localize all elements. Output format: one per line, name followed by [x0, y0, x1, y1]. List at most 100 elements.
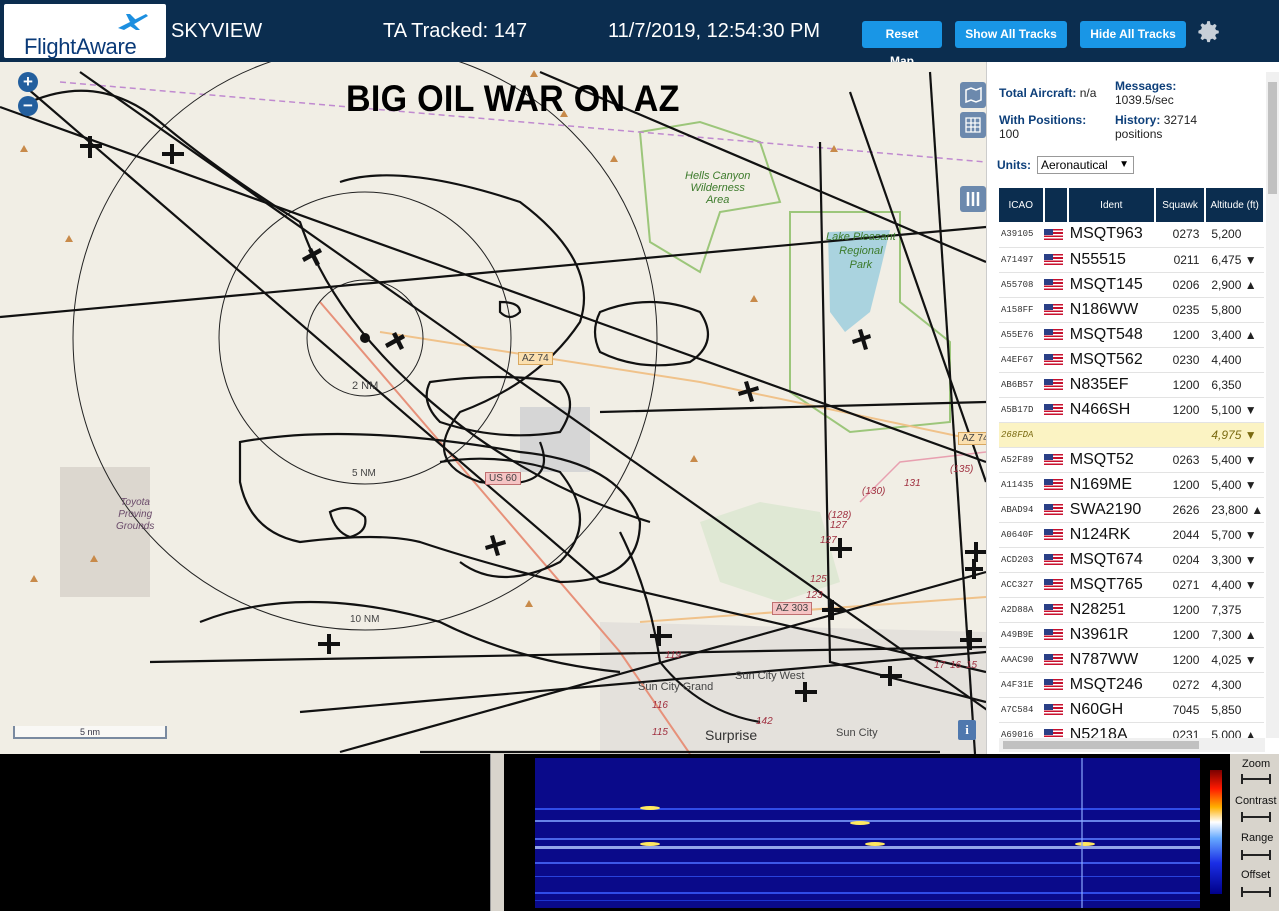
aircraft-marker[interactable] [162, 144, 184, 164]
table-row[interactable]: ACD203 MSQT674 0204 3,300 ▼ [999, 547, 1264, 573]
cell-ident: MSQT674 [1067, 547, 1155, 573]
aircraft-marker[interactable] [738, 381, 759, 402]
us-flag-icon [1043, 554, 1063, 566]
col-ident[interactable]: Ident [1067, 188, 1156, 222]
table-row[interactable]: 268FDA 4,975 ▼ [999, 422, 1264, 448]
cell-icao: A39105 [999, 222, 1044, 248]
table-row[interactable]: A52F89 MSQT52 0263 5,400 ▼ [999, 447, 1264, 473]
us-flag-icon [1043, 504, 1063, 516]
table-row[interactable]: A55708 MSQT145 0206 2,900 ▲ [999, 272, 1264, 298]
cell-flag [1043, 497, 1068, 523]
airfield-area [520, 407, 590, 472]
show-all-tracks-button[interactable]: Show All Tracks [955, 21, 1067, 48]
table-row[interactable]: A55E76 MSQT548 1200 3,400 ▲ [999, 322, 1264, 348]
cell-flag [1043, 447, 1068, 473]
us-flag-icon [1043, 279, 1063, 291]
table-row[interactable]: A49B9E N3961R 1200 7,300 ▲ [999, 622, 1264, 648]
offset-slider[interactable] [1241, 887, 1271, 897]
cell-icao: A52F89 [999, 447, 1044, 473]
cell-ident: MSQT52 [1067, 447, 1155, 473]
cell-icao: A4F31E [999, 672, 1044, 698]
cell-altitude: 7,375 [1205, 597, 1264, 623]
aircraft-marker[interactable] [302, 248, 322, 266]
reset-map-button[interactable]: Reset Map [862, 21, 942, 68]
table-row[interactable]: AB6B57 N835EF 1200 6,350 [999, 372, 1264, 398]
cell-squawk: 0271 [1154, 572, 1206, 598]
zoom-in-button[interactable]: + [18, 72, 38, 92]
map-layers-button[interactable] [960, 82, 986, 108]
table-row[interactable]: A39105 MSQT963 0273 5,200 [999, 222, 1264, 248]
map-grid-button[interactable] [960, 112, 986, 138]
col-squawk[interactable]: Squawk [1154, 188, 1207, 222]
map-view[interactable]: + − BIG OIL WAR ON AZ Hells Canyon Wilde… [0, 62, 986, 754]
label-surprise: Surprise [705, 727, 758, 743]
units-select[interactable]: Aeronautical ▼ [1037, 156, 1134, 174]
table-row[interactable]: A4F31E MSQT246 0272 4,300 [999, 672, 1264, 698]
gear-icon[interactable] [1196, 19, 1222, 45]
aircraft-marker[interactable] [852, 329, 871, 350]
positions-stat: With Positions: 100 [999, 113, 1086, 141]
us-flag-icon [1043, 679, 1063, 691]
table-row[interactable]: A7C584 N60GH 7045 5,850 [999, 697, 1264, 723]
table-row[interactable]: A5B17D N466SH 1200 5,100 ▼ [999, 397, 1264, 423]
cell-icao: A4EF67 [999, 347, 1044, 373]
cell-flag [1043, 597, 1068, 623]
col-flag[interactable] [1043, 188, 1069, 222]
table-row[interactable]: A11435 N169ME 1200 5,400 ▼ [999, 472, 1264, 498]
table-row[interactable]: A4EF67 MSQT562 0230 4,400 [999, 347, 1264, 373]
table-row[interactable]: A2D88A N28251 1200 7,375 [999, 597, 1264, 623]
info-button[interactable]: i [958, 720, 976, 740]
table-row[interactable]: A158FF N186WW 0235 5,800 [999, 297, 1264, 323]
horizontal-scrollbar[interactable] [999, 738, 1265, 752]
units-label-text: Units: [997, 158, 1031, 172]
zoom-slider[interactable] [1241, 774, 1271, 784]
waterfall-hotspot [850, 821, 870, 825]
cell-ident: N169ME [1067, 472, 1155, 498]
aircraft-marker[interactable] [318, 634, 340, 654]
waterfall-hotspot [640, 806, 660, 810]
flightaware-logo[interactable]: FlightAware [4, 4, 166, 59]
label-r115: 115 [652, 727, 668, 738]
label-r116: 116 [652, 700, 668, 711]
zoom-out-button[interactable]: − [18, 96, 38, 116]
aircraft-marker[interactable] [385, 332, 405, 350]
label-r16: 16 [950, 660, 962, 671]
col-icao[interactable]: ICAO [999, 188, 1045, 222]
units-value: Aeronautical [1041, 158, 1108, 172]
zoom-control-label: Zoom [1242, 758, 1271, 770]
contrast-slider[interactable] [1241, 812, 1271, 822]
scrollbar-thumb[interactable] [1268, 82, 1277, 194]
table-row[interactable]: ABAD94 SWA2190 2626 23,800 ▲ [999, 497, 1264, 523]
range-slider[interactable] [1241, 850, 1271, 860]
label-ring-10nm: 10 NM [350, 614, 380, 625]
cell-icao: A158FF [999, 297, 1044, 323]
cell-icao: A49B9E [999, 622, 1044, 648]
pane-divider[interactable] [490, 754, 504, 911]
map-canvas[interactable] [0, 62, 986, 754]
scrollbar-thumb-horizontal[interactable] [1003, 741, 1199, 749]
table-row[interactable]: ACC327 MSQT765 0271 4,400 ▼ [999, 572, 1264, 598]
columns-toggle-button[interactable] [960, 186, 986, 212]
units-label: Units: [997, 158, 1031, 172]
cell-altitude: 5,800 [1205, 297, 1264, 323]
cell-altitude: 4,975 ▼ [1205, 422, 1264, 448]
us-flag-icon [1043, 704, 1063, 716]
cell-ident: SWA2190 [1067, 497, 1155, 523]
park-area [700, 502, 840, 602]
cell-icao: ACD203 [999, 547, 1044, 573]
positions-value: 100 [999, 127, 1020, 141]
map-title: BIG OIL WAR ON AZ [346, 78, 680, 119]
table-row[interactable]: A0640F N124RK 2044 5,700 ▼ [999, 522, 1264, 548]
cell-ident: MSQT963 [1067, 222, 1155, 248]
table-row[interactable]: A71497 N55515 0211 6,475 ▼ [999, 247, 1264, 273]
table-row[interactable]: AAAC90 N787WW 1200 4,025 ▼ [999, 647, 1264, 673]
hide-all-tracks-button[interactable]: Hide All Tracks [1080, 21, 1186, 48]
vertical-scrollbar[interactable] [1266, 72, 1279, 738]
total-aircraft-label: Total Aircraft: [999, 86, 1077, 100]
aircraft-marker[interactable] [80, 136, 102, 158]
col-altitude[interactable]: Altitude (ft) [1205, 188, 1265, 222]
label-r127b: 127 [820, 535, 837, 546]
cell-squawk: 1200 [1154, 372, 1206, 398]
us-flag-icon [1043, 654, 1063, 666]
aircraft-marker[interactable] [485, 535, 506, 556]
